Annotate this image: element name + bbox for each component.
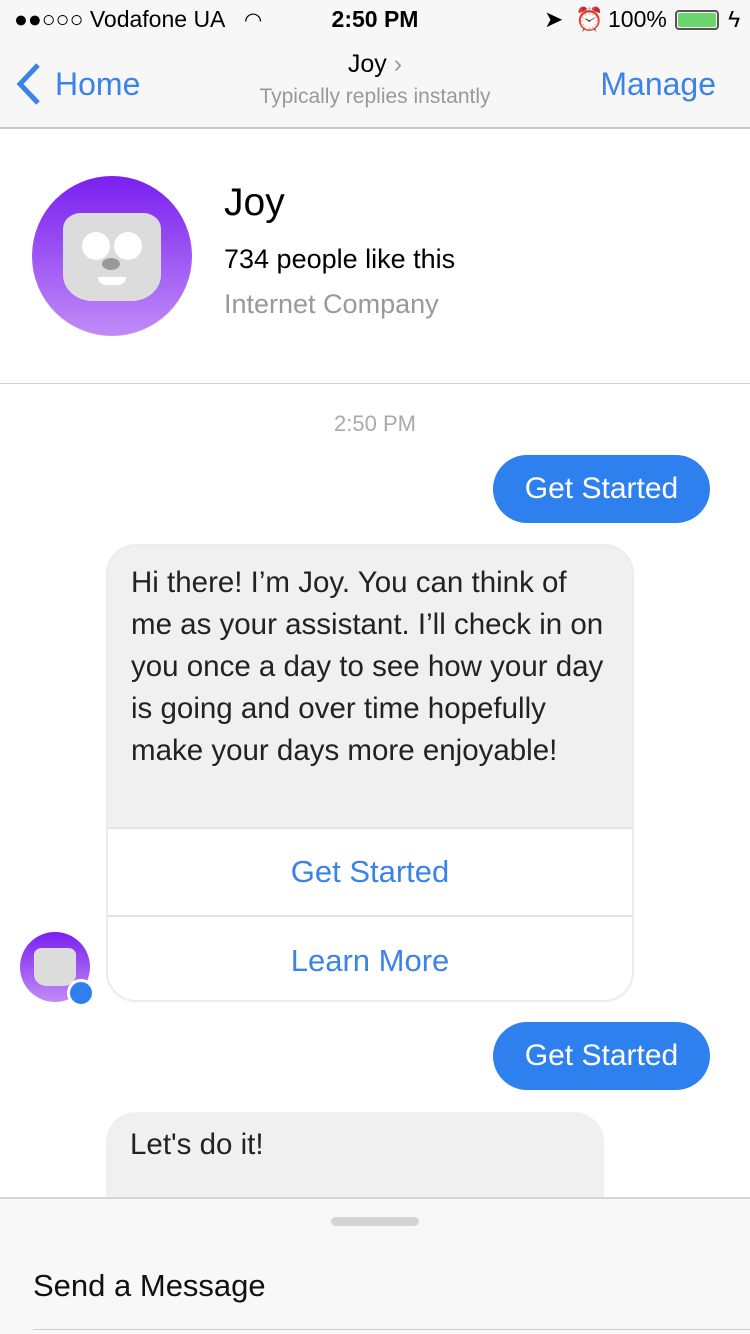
top-bar: ●●○○○ Vodafone UA ◠ 2:50 PM ➤ ⏰ 100% ϟ H… (0, 0, 750, 129)
divider (33, 1329, 750, 1330)
cat-face-icon (63, 213, 161, 301)
location-icon: ➤ (544, 6, 564, 32)
composer: Send a Message (0, 1197, 750, 1334)
profile-name: Joy (224, 181, 285, 224)
user-message: Get Started (493, 455, 710, 523)
bot-message-card: Hi there! I’m Joy. You can think of me a… (106, 544, 634, 1002)
bot-message-text: Hi there! I’m Joy. You can think of me a… (131, 566, 604, 767)
battery-icon (675, 10, 719, 30)
profile-header: Joy 734 people like this Internet Compan… (0, 129, 750, 384)
profile-likes: 734 people like this (224, 244, 456, 274)
manage-button[interactable]: Manage (600, 66, 716, 103)
title-text: Joy (347, 50, 387, 78)
quick-reply-get-started[interactable]: Get Started (108, 827, 632, 915)
user-message: Get Started (493, 1022, 710, 1090)
charging-icon: ϟ (728, 6, 741, 32)
alarm-icon: ⏰ (575, 6, 604, 32)
profile-avatar[interactable] (32, 176, 192, 336)
quick-reply-learn-more[interactable]: Learn More (108, 915, 632, 1000)
battery-percent: 100% (608, 6, 667, 32)
drag-handle[interactable] (331, 1217, 419, 1226)
timestamp: 2:50 PM (334, 411, 416, 436)
messenger-badge-icon (67, 979, 95, 1007)
chevron-right-icon: › (393, 50, 403, 78)
message-input[interactable]: Send a Message (33, 1268, 266, 1304)
cat-face-icon (34, 948, 76, 986)
profile-category: Internet Company (224, 289, 439, 319)
